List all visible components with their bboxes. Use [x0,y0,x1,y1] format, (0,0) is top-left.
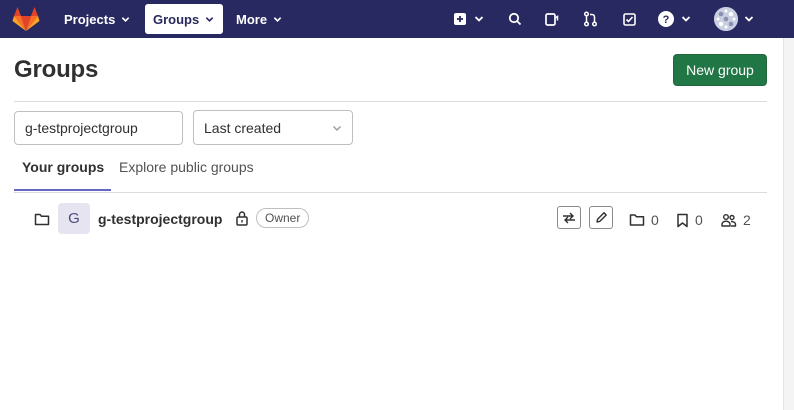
chevron-down-icon [273,16,282,22]
search-icon[interactable] [505,9,525,29]
users-icon [721,214,737,227]
sort-dropdown[interactable]: Last created [193,110,353,145]
chevron-down-icon [333,125,341,131]
top-navbar: Projects Groups More ? [0,0,794,38]
nav-more[interactable]: More [228,4,290,34]
nav-projects-label: Projects [64,11,116,27]
bookmark-icon [677,213,688,227]
plus-square-icon[interactable] [450,9,470,29]
members-count: 2 [721,212,751,228]
svg-text:?: ? [663,14,670,26]
projects-count: 0 [676,212,703,228]
chevron-down-icon[interactable] [681,14,691,24]
user-avatar[interactable] [714,7,738,31]
nav-groups[interactable]: Groups [145,4,223,34]
page-title: Groups [14,56,99,83]
chevron-down-icon[interactable] [744,14,754,24]
members-count-value: 2 [743,212,751,228]
tab-your-groups[interactable]: Your groups [14,159,111,191]
chevron-down-icon [206,16,214,22]
chevron-down-icon[interactable] [474,14,484,24]
nav-groups-label: Groups [153,11,200,27]
todo-icon[interactable] [619,9,639,29]
leave-group-button[interactable] [557,206,581,229]
pencil-icon [595,212,607,223]
divider [14,101,767,102]
folder-icon [34,213,50,226]
projects-count-value: 0 [695,212,703,228]
help-icon[interactable]: ? [656,9,676,29]
group-search-input[interactable] [14,111,183,145]
new-group-button[interactable]: New group [673,54,767,86]
group-avatar[interactable]: G [58,203,90,234]
subgroups-count-value: 0 [651,212,659,228]
chevron-down-icon [122,16,130,22]
subgroup-icon [629,214,645,226]
nav-more-label: More [236,11,268,27]
merge-request-icon[interactable] [580,9,600,29]
edit-group-button[interactable] [589,206,613,229]
lock-icon [236,211,248,226]
subgroups-count: 0 [629,212,659,228]
group-name-link[interactable]: g-testprojectgroup [98,211,222,227]
role-badge: Owner [256,208,310,228]
leave-icon [563,212,575,223]
issues-icon[interactable] [541,9,561,29]
sort-dropdown-value: Last created [204,119,282,136]
gitlab-logo-icon[interactable] [12,6,40,32]
nav-projects[interactable]: Projects [56,4,138,34]
divider [14,192,767,193]
scrollbar[interactable] [783,38,794,410]
tab-explore-public-groups[interactable]: Explore public groups [119,159,254,191]
